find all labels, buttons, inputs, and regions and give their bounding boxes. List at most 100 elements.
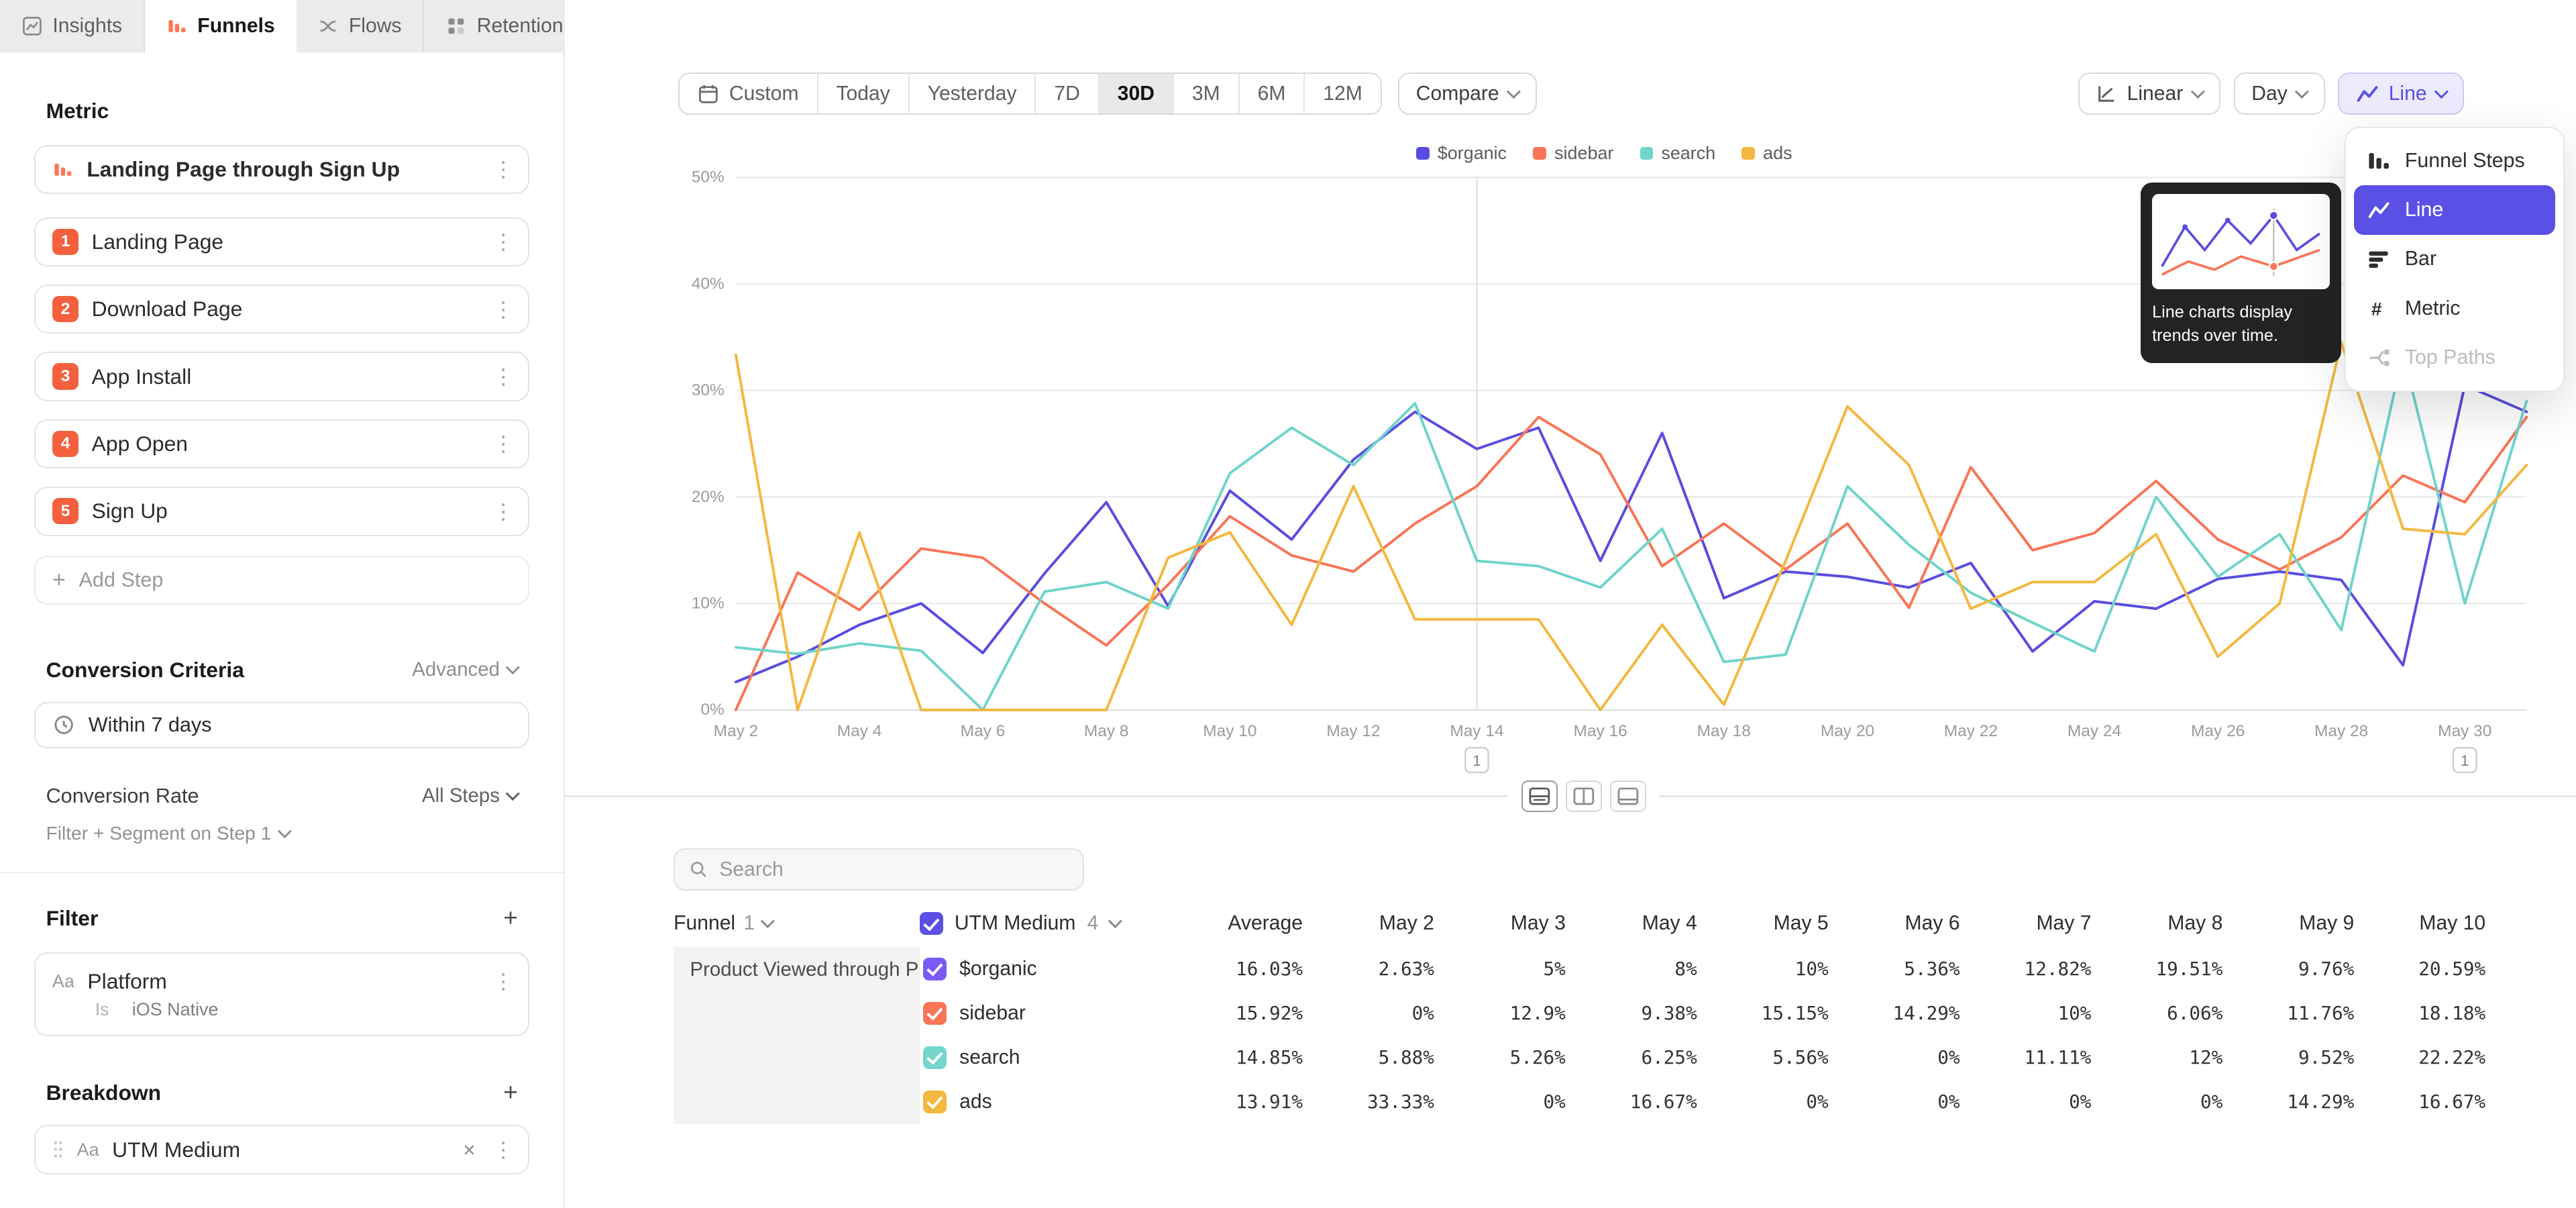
range-6m-button[interactable]: 6M: [1240, 74, 1305, 114]
funnel-group-cell[interactable]: Product Viewed through P…: [674, 947, 920, 1124]
range-3m-button[interactable]: 3M: [1174, 74, 1240, 114]
kebab-menu-icon[interactable]: ⋮: [488, 1137, 518, 1162]
utm-medium-checkbox[interactable]: [920, 912, 943, 935]
menu-item-line[interactable]: Line: [2354, 185, 2555, 234]
series-checkbox[interactable]: [923, 1091, 946, 1113]
tab-retention[interactable]: Retention: [424, 0, 586, 52]
kebab-menu-icon[interactable]: ⋮: [488, 156, 518, 182]
svg-text:50%: 50%: [692, 168, 724, 187]
funnel-icon: [52, 159, 74, 181]
filter-value[interactable]: iOS Native: [132, 999, 219, 1020]
chevron-down-icon: [277, 824, 291, 838]
today-button[interactable]: Today: [818, 74, 910, 114]
table-search[interactable]: [674, 848, 1084, 891]
linear-scale-icon: [2096, 83, 2117, 105]
kebab-menu-icon[interactable]: ⋮: [488, 968, 518, 994]
day-column-header: May 6: [1848, 912, 1980, 935]
search-input[interactable]: [719, 858, 1068, 881]
property-type-icon: Aa: [52, 971, 74, 992]
svg-text:May 20: May 20: [1821, 722, 1874, 740]
svg-text:May 30: May 30: [2438, 722, 2491, 740]
kebab-menu-icon[interactable]: ⋮: [488, 431, 518, 456]
breakdown-utm-card[interactable]: Aa UTM Medium × ⋮: [34, 1125, 529, 1174]
all-steps-dropdown[interactable]: All Steps: [422, 785, 518, 807]
conversion-rate-label: Conversion Rate: [46, 785, 199, 808]
series-checkbox[interactable]: [923, 958, 946, 980]
chart-type-select[interactable]: Line: [2338, 72, 2464, 115]
chevron-down-icon: [506, 787, 520, 801]
report-canvas: Custom Today Yesterday 7D 30D 3M 6M 12M …: [565, 0, 2576, 1208]
funnel-step-2[interactable]: 2 Download Page ⋮: [34, 285, 529, 334]
svg-text:#: #: [2371, 299, 2381, 319]
metric-icon: #: [2367, 297, 2390, 320]
menu-item-bar[interactable]: Bar: [2354, 235, 2555, 284]
layout-table-button[interactable]: [1610, 781, 1646, 812]
kebab-menu-icon[interactable]: ⋮: [488, 364, 518, 389]
range-7d-button[interactable]: 7D: [1036, 74, 1099, 114]
menu-item-funnel-steps[interactable]: Funnel Steps: [2354, 136, 2555, 185]
tab-funnels[interactable]: Funnels: [145, 0, 297, 52]
svg-text:30%: 30%: [692, 381, 724, 399]
remove-breakdown-button[interactable]: ×: [463, 1138, 476, 1162]
series-name: ads: [959, 1091, 992, 1113]
cell-value: 14.29%: [2243, 1091, 2374, 1113]
series-cell: ads: [920, 1091, 1208, 1113]
kebab-menu-icon[interactable]: ⋮: [488, 229, 518, 254]
cell-value: 0%: [1454, 1091, 1585, 1113]
cell-value: 0%: [1322, 1002, 1454, 1024]
filter-segment-dropdown[interactable]: Filter + Segment on Step 1: [46, 823, 518, 844]
utm-medium-column-header[interactable]: UTM Medium4: [920, 912, 1208, 935]
svg-text:May 8: May 8: [1084, 722, 1129, 740]
line-chart-icon: [2356, 83, 2379, 105]
scale-select[interactable]: Linear: [2078, 72, 2221, 115]
funnel-step-5[interactable]: 5 Sign Up ⋮: [34, 487, 529, 536]
step-number-badge: 4: [52, 431, 78, 457]
add-breakdown-button[interactable]: +: [503, 1080, 517, 1105]
funnel-step-1[interactable]: 1 Landing Page ⋮: [34, 217, 529, 266]
svg-text:May 6: May 6: [961, 722, 1006, 740]
filter-platform-card[interactable]: Aa Platform ⋮ Is iOS Native: [34, 952, 529, 1036]
tab-flows[interactable]: Flows: [297, 0, 425, 52]
cell-value: 10%: [1717, 958, 1848, 980]
svg-text:1: 1: [2461, 752, 2469, 769]
funnel-column-header[interactable]: Funnel1: [674, 912, 920, 935]
conversion-criteria-heading: Conversion Criteria Advanced: [46, 658, 518, 683]
yesterday-button[interactable]: Yesterday: [910, 74, 1036, 114]
tooltip-text: Line charts display trends over time.: [2152, 301, 2329, 348]
step-number-badge: 5: [52, 498, 78, 524]
cell-value: 20.59%: [2374, 958, 2506, 980]
funnel-metric-card[interactable]: Landing Page through Sign Up ⋮: [34, 145, 529, 194]
tooltip-mini-chart: [2152, 194, 2329, 289]
kebab-menu-icon[interactable]: ⋮: [488, 499, 518, 524]
cell-value: 0%: [1717, 1091, 1848, 1113]
funnel-step-3[interactable]: 3 App Install ⋮: [34, 352, 529, 401]
series-checkbox[interactable]: [923, 1002, 946, 1025]
cell-value: 6.25%: [1585, 1046, 1717, 1068]
cell-value: 33.33%: [1322, 1091, 1454, 1113]
step-number-badge: 3: [52, 363, 78, 389]
conversion-window-selector[interactable]: Within 7 days: [34, 702, 529, 748]
compare-button[interactable]: Compare: [1398, 72, 1536, 115]
menu-item-metric[interactable]: # Metric: [2354, 284, 2555, 333]
series-cell: $organic: [920, 958, 1208, 980]
advanced-dropdown[interactable]: Advanced: [412, 658, 518, 681]
granularity-select[interactable]: Day: [2234, 72, 2325, 115]
kebab-menu-icon[interactable]: ⋮: [488, 297, 518, 322]
cell-value: 12%: [2111, 1046, 2243, 1068]
chevron-down-icon: [506, 660, 520, 674]
tab-insights[interactable]: Insights: [0, 0, 145, 52]
range-12m-button[interactable]: 12M: [1305, 74, 1380, 114]
layout-split-button[interactable]: [1521, 781, 1558, 812]
add-step-button[interactable]: + Add Step: [34, 556, 529, 605]
series-checkbox[interactable]: [923, 1046, 946, 1069]
layout-chart-button[interactable]: [1566, 781, 1602, 812]
drag-handle-icon[interactable]: [52, 1140, 64, 1159]
filter-operator[interactable]: Is: [95, 999, 109, 1020]
cell-value: 10%: [1980, 1002, 2111, 1024]
funnel-step-4[interactable]: 4 App Open ⋮: [34, 419, 529, 468]
svg-text:May 22: May 22: [1944, 722, 1998, 740]
add-filter-button[interactable]: +: [503, 906, 517, 931]
range-30d-button[interactable]: 30D: [1099, 74, 1174, 114]
chevron-down-icon: [2191, 85, 2205, 99]
custom-range-button[interactable]: Custom: [680, 74, 818, 114]
